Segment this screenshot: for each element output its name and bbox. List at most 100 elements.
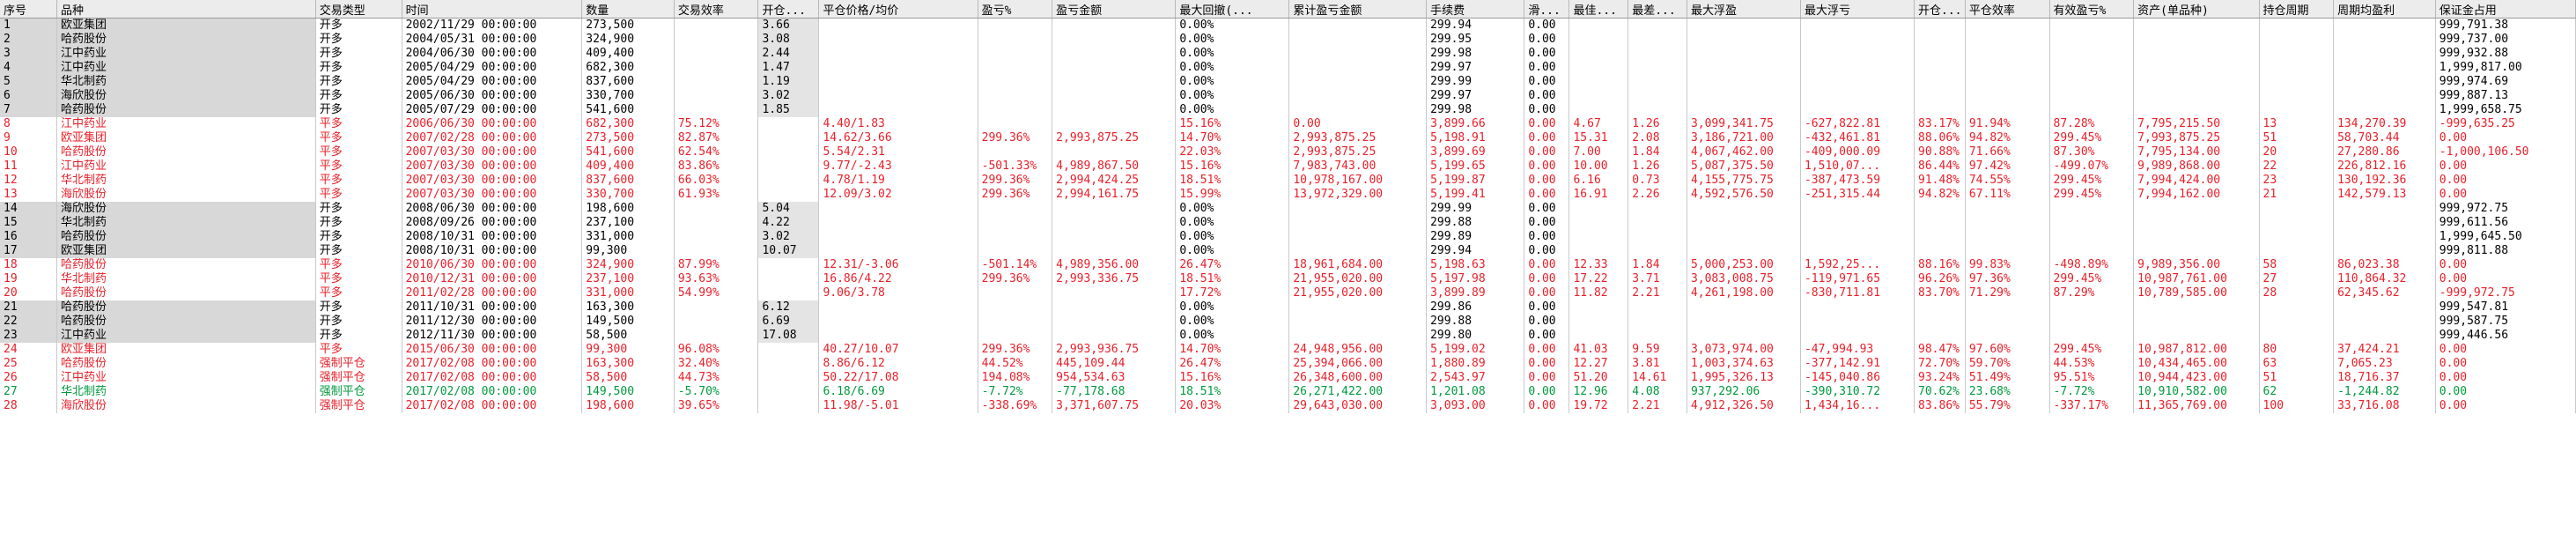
column-header-period-avg-profit[interactable]: 周期均盈利 bbox=[2333, 0, 2436, 19]
column-header-effective-pnl-pct[interactable]: 有效盈亏% bbox=[2049, 0, 2135, 19]
cell-max-drawdown: 18.51% bbox=[1175, 272, 1290, 286]
table-row[interactable]: 12 华北制药 平多 2007/03/30 00:00:00 837,600 66.03%… bbox=[0, 174, 2576, 188]
cell-best-price bbox=[1568, 315, 1629, 329]
cell-time: 2008/09/26 00:00:00 bbox=[402, 216, 583, 230]
column-header-close-price-avg[interactable]: 平仓价格/均价 bbox=[818, 0, 978, 19]
column-header-fee[interactable]: 手续费 bbox=[1426, 0, 1525, 19]
cell-slippage: 0.00 bbox=[1524, 18, 1570, 33]
trade-detail-grid[interactable]: 序号 品种 交易类型 时间 数量 交易效率 开仓... 平仓价格/均价 盈亏% 盈亏金额 最大回撤(… bbox=[0, 0, 2576, 541]
column-header-max-float-loss[interactable]: 最大浮亏 bbox=[1800, 0, 1915, 19]
table-row[interactable]: 7 哈药股份 开多 2005/07/29 00:00:00 541,600 1.85 0.0… bbox=[0, 103, 2576, 117]
table-row[interactable]: 20 哈药股份 平多 2011/02/28 00:00:00 331,000 54.99%… bbox=[0, 286, 2576, 300]
cell-slippage: 0.00 bbox=[1524, 131, 1570, 145]
cell-fee: 3,899.69 bbox=[1426, 145, 1525, 159]
cell-close-price-avg bbox=[818, 89, 978, 103]
cell-trade-efficiency: 87.99% bbox=[674, 258, 759, 272]
table-row[interactable]: 21 哈药股份 开多 2011/10/31 00:00:00 163,300 6.12 0.… bbox=[0, 300, 2576, 315]
table-row[interactable]: 23 江中药业 开多 2012/11/30 00:00:00 58,500 17.08 0.… bbox=[0, 329, 2576, 343]
cell-max-drawdown: 0.00% bbox=[1175, 315, 1290, 329]
cell-worst-price: 3.81 bbox=[1628, 357, 1687, 371]
column-header-pnl-pct[interactable]: 盈亏% bbox=[978, 0, 1053, 19]
cell-pnl-amount bbox=[1052, 286, 1177, 300]
cell-slippage: 0.00 bbox=[1524, 286, 1570, 300]
column-header-close-efficiency[interactable]: 平仓效率 bbox=[1965, 0, 2050, 19]
table-row[interactable]: 5 华北制药 开多 2005/04/29 00:00:00 837,600 1.19 0.0… bbox=[0, 75, 2576, 89]
column-header-quantity[interactable]: 数量 bbox=[581, 0, 675, 19]
column-header-pnl-amount[interactable]: 盈亏金额 bbox=[1052, 0, 1177, 19]
cell-fee: 2,543.97 bbox=[1426, 371, 1525, 385]
cell-time: 2005/06/30 00:00:00 bbox=[402, 89, 583, 103]
cell-trade-efficiency bbox=[674, 216, 759, 230]
cell-close-efficiency: 97.42% bbox=[1965, 159, 2050, 174]
table-row[interactable]: 28 海欣股份 强制平仓 2017/02/08 00:00:00 198,600 39.6… bbox=[0, 399, 2576, 413]
table-row[interactable]: 16 哈药股份 开多 2008/10/31 00:00:00 331,000 3.02 0.… bbox=[0, 230, 2576, 244]
table-row[interactable]: 26 江中药业 强制平仓 2017/02/08 00:00:00 58,500 44.73… bbox=[0, 371, 2576, 385]
column-header-symbol[interactable]: 品种 bbox=[56, 0, 316, 19]
cell-cum-pnl bbox=[1288, 244, 1428, 258]
table-row[interactable]: 18 哈药股份 平多 2010/06/30 00:00:00 324,900 87.99%… bbox=[0, 258, 2576, 272]
table-row[interactable]: 8 江中药业 平多 2006/06/30 00:00:00 682,300 75.12% 4… bbox=[0, 117, 2576, 131]
cell-max-drawdown: 15.16% bbox=[1175, 159, 1290, 174]
cell-fee: 299.97 bbox=[1426, 61, 1525, 75]
column-header-best-price[interactable]: 最佳... bbox=[1568, 0, 1629, 19]
cell-seq: 8 bbox=[0, 117, 58, 131]
column-header-max-float-profit[interactable]: 最大浮盈 bbox=[1687, 0, 1801, 19]
table-row[interactable]: 22 哈药股份 开多 2011/12/30 00:00:00 149,500 6.69 0.… bbox=[0, 315, 2576, 329]
table-row[interactable]: 27 华北制药 强制平仓 2017/02/08 00:00:00 149,500 -5.7… bbox=[0, 385, 2576, 399]
cell-trade-type: 开多 bbox=[315, 47, 402, 61]
cell-effective-pnl-pct: 299.45% bbox=[2049, 343, 2135, 357]
column-header-slippage[interactable]: 滑... bbox=[1524, 0, 1570, 19]
cell-open-efficiency: 88.16% bbox=[1914, 258, 1966, 272]
cell-max-float-loss bbox=[1800, 216, 1915, 230]
cell-pnl-pct: -7.72% bbox=[978, 385, 1053, 399]
column-header-cum-pnl[interactable]: 累计盈亏金额 bbox=[1288, 0, 1428, 19]
column-header-margin[interactable]: 保证金占用 bbox=[2435, 0, 2576, 19]
column-header-open-efficiency[interactable]: 开仓... bbox=[1914, 0, 1966, 19]
cell-cum-pnl: 2,993,875.25 bbox=[1288, 131, 1428, 145]
table-row[interactable]: 17 欧亚集团 开多 2008/10/31 00:00:00 99,300 10.07 0.… bbox=[0, 244, 2576, 258]
cell-close-efficiency bbox=[1965, 103, 2050, 117]
table-row[interactable]: 25 哈药股份 强制平仓 2017/02/08 00:00:00 163,300 32.4… bbox=[0, 357, 2576, 371]
cell-pnl-pct bbox=[978, 61, 1053, 75]
column-header-assets[interactable]: 资产(单品种) bbox=[2133, 0, 2260, 19]
cell-quantity: 682,300 bbox=[581, 117, 675, 131]
cell-effective-pnl-pct: 95.51% bbox=[2049, 371, 2135, 385]
cell-pnl-amount: 2,993,936.75 bbox=[1052, 343, 1177, 357]
cell-max-float-loss: -377,142.91 bbox=[1800, 357, 1915, 371]
cell-symbol: 哈药股份 bbox=[56, 357, 316, 371]
column-header-holding-period[interactable]: 持仓周期 bbox=[2259, 0, 2335, 19]
column-header-open-price[interactable]: 开仓... bbox=[757, 0, 820, 19]
cell-trade-efficiency: 54.99% bbox=[674, 286, 759, 300]
table-row[interactable]: 2 哈药股份 开多 2004/05/31 00:00:00 324,900 3.08 0.0… bbox=[0, 33, 2576, 47]
table-row[interactable]: 9 欧亚集团 平多 2007/02/28 00:00:00 273,500 82.87% 1… bbox=[0, 131, 2576, 145]
table-row[interactable]: 10 哈药股份 平多 2007/03/30 00:00:00 541,600 62.54%… bbox=[0, 145, 2576, 159]
column-header-seq[interactable]: 序号 bbox=[0, 0, 58, 19]
table-row[interactable]: 24 欧亚集团 平多 2015/06/30 00:00:00 99,300 96.08% 4… bbox=[0, 343, 2576, 357]
cell-quantity: 237,100 bbox=[581, 216, 675, 230]
cell-cum-pnl: 18,961,684.00 bbox=[1288, 258, 1428, 272]
cell-open-efficiency bbox=[1914, 300, 1966, 315]
column-header-time[interactable]: 时间 bbox=[402, 0, 583, 19]
table-row[interactable]: 4 江中药业 开多 2005/04/29 00:00:00 682,300 1.47 0.0… bbox=[0, 61, 2576, 75]
cell-time: 2005/07/29 00:00:00 bbox=[402, 103, 583, 117]
table-row[interactable]: 11 江中药业 平多 2007/03/30 00:00:00 409,400 83.86%… bbox=[0, 159, 2576, 174]
table-row[interactable]: 3 江中药业 开多 2004/06/30 00:00:00 409,400 2.44 0.0… bbox=[0, 47, 2576, 61]
table-row[interactable]: 19 华北制药 平多 2010/12/31 00:00:00 237,100 93.63%… bbox=[0, 272, 2576, 286]
table-row[interactable]: 13 海欣股份 平多 2007/03/30 00:00:00 330,700 61.93%… bbox=[0, 188, 2576, 202]
table-row[interactable]: 1 欧亚集团 开多 2002/11/29 00:00:00 273,500 3.66 0.0… bbox=[0, 18, 2576, 33]
column-header-trade-efficiency[interactable]: 交易效率 bbox=[674, 0, 759, 19]
column-header-max-drawdown[interactable]: 最大回撤(... bbox=[1175, 0, 1290, 19]
table-row[interactable]: 14 海欣股份 开多 2008/06/30 00:00:00 198,600 5.04 0.… bbox=[0, 202, 2576, 216]
table-row[interactable]: 15 华北制药 开多 2008/09/26 00:00:00 237,100 4.22 0.… bbox=[0, 216, 2576, 230]
cell-pnl-amount: 954,534.63 bbox=[1052, 371, 1177, 385]
cell-close-efficiency bbox=[1965, 33, 2050, 47]
table-row[interactable]: 6 海欣股份 开多 2005/06/30 00:00:00 330,700 3.02 0.0… bbox=[0, 89, 2576, 103]
column-header-trade-type[interactable]: 交易类型 bbox=[315, 0, 402, 19]
cell-period-avg-profit bbox=[2333, 329, 2436, 343]
cell-cum-pnl: 10,978,167.00 bbox=[1288, 174, 1428, 188]
cell-close-efficiency bbox=[1965, 300, 2050, 315]
cell-trade-efficiency: 32.40% bbox=[674, 357, 759, 371]
cell-open-efficiency bbox=[1914, 230, 1966, 244]
cell-holding-period bbox=[2259, 244, 2335, 258]
column-header-worst-price[interactable]: 最差... bbox=[1628, 0, 1687, 19]
